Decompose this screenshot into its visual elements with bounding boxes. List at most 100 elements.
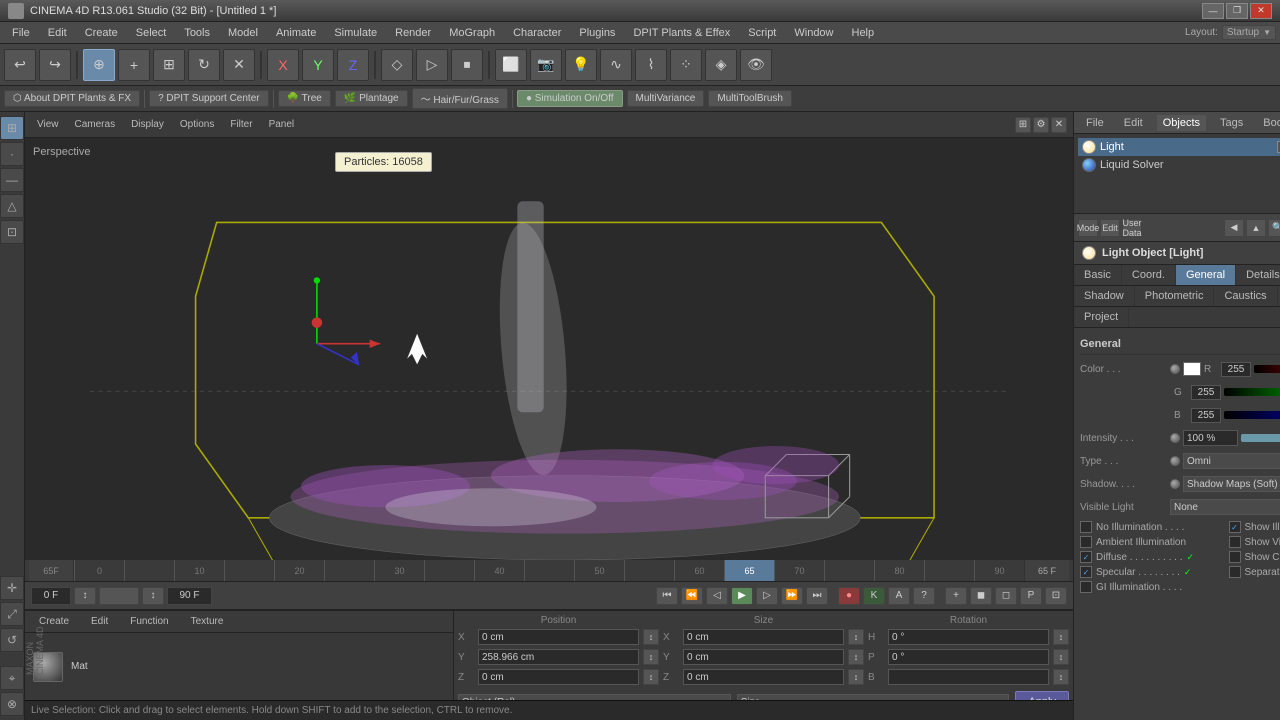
menu-create[interactable]: Create (77, 25, 126, 41)
z-axis-button[interactable]: Z (337, 49, 369, 81)
pos-x-stepper[interactable]: ↕ (643, 629, 659, 645)
add-button[interactable]: + (118, 49, 150, 81)
timeline-btn4[interactable]: P (1020, 587, 1042, 605)
details-tab[interactable]: Details (1236, 265, 1280, 285)
menu-script[interactable]: Script (740, 25, 784, 41)
live-select-button[interactable]: ⊕ (83, 49, 115, 81)
3d-viewport[interactable]: Perspective Particles: 16058 (25, 138, 1073, 560)
size-z-stepper[interactable]: ↕ (848, 669, 864, 685)
r-field[interactable] (1221, 362, 1251, 377)
key-button[interactable]: K (863, 587, 885, 605)
menu-animate[interactable]: Animate (268, 25, 324, 41)
rotate-button[interactable]: ↻ (188, 49, 220, 81)
edit-tab[interactable]: Edit (1118, 115, 1149, 131)
light-object-row[interactable]: Light ✓ ✓ ✓ ⊕ ⊕ (1078, 138, 1280, 156)
no-illumination-checkbox[interactable] (1080, 521, 1092, 533)
viewport-close-button[interactable]: ✕ (1051, 117, 1067, 133)
tags-tab[interactable]: Tags (1214, 115, 1249, 131)
g-slider[interactable] (1224, 388, 1280, 396)
hair-button[interactable]: ～ Hair/Fur/Grass (412, 88, 508, 109)
points-mode-button[interactable]: · (0, 142, 24, 166)
rot-h-field[interactable] (888, 629, 1049, 645)
cube-button[interactable]: ⬜ (495, 49, 527, 81)
auto-key-button[interactable]: A (888, 587, 910, 605)
size-y-field[interactable] (683, 649, 844, 665)
timeline-btn5[interactable]: ⊡ (1045, 587, 1067, 605)
caustics-tab[interactable]: Caustics (1214, 286, 1277, 306)
rot-b-field[interactable] (888, 669, 1049, 685)
camera-button[interactable]: 📷 (530, 49, 562, 81)
menu-edit[interactable]: Edit (40, 25, 75, 41)
gi-illumination-checkbox[interactable] (1080, 581, 1092, 593)
x-axis-button[interactable]: X (267, 49, 299, 81)
filter-menu[interactable]: Filter (224, 117, 258, 132)
layout-dropdown[interactable]: Startup ▼ (1222, 25, 1276, 40)
rot-b-stepper[interactable]: ↕ (1053, 669, 1069, 685)
menu-simulate[interactable]: Simulate (326, 25, 385, 41)
particles-button[interactable]: ⁘ (670, 49, 702, 81)
multivariance-button[interactable]: MultiVariance (627, 90, 705, 107)
props-nav-up[interactable]: ▲ (1246, 219, 1266, 237)
edges-mode-button[interactable]: — (0, 168, 24, 192)
goto-end-button[interactable]: ⏭ (806, 587, 828, 605)
frame-end-stepper[interactable]: ↕ (142, 587, 164, 605)
coord-tab[interactable]: Coord. (1122, 265, 1176, 285)
props-search[interactable]: 🔍 (1268, 219, 1280, 237)
mat-function-tab[interactable]: Function (122, 614, 176, 629)
props-nav-left[interactable]: ◀ (1224, 219, 1244, 237)
viewport-mode-button[interactable]: ⊞ (0, 116, 24, 140)
goto-start-button[interactable]: ⏮ (656, 587, 678, 605)
plantage-button[interactable]: 🌿 Plantage (335, 90, 408, 107)
viewport-maximize-button[interactable]: ⊞ (1015, 117, 1031, 133)
play-button[interactable]: ▶ (731, 587, 753, 605)
menu-help[interactable]: Help (844, 25, 883, 41)
shadow-tab[interactable]: Shadow (1074, 286, 1135, 306)
file-tab[interactable]: File (1080, 115, 1110, 131)
pos-z-stepper[interactable]: ↕ (643, 669, 659, 685)
separate-pass-checkbox[interactable] (1229, 566, 1241, 578)
userdata-btn[interactable]: User Data (1122, 219, 1142, 237)
simulation-button[interactable]: ● Simulation On/Off (517, 90, 623, 107)
panel-menu[interactable]: Panel (263, 117, 301, 132)
size-x-stepper[interactable]: ↕ (848, 629, 864, 645)
project-tab[interactable]: Project (1074, 307, 1129, 327)
undo-button[interactable]: ↩ (4, 49, 36, 81)
b-slider[interactable] (1224, 411, 1280, 419)
r-slider[interactable] (1254, 365, 1280, 373)
tree-button[interactable]: 🌳 Tree (278, 90, 331, 107)
options-menu[interactable]: Options (174, 117, 220, 132)
rotate-tool-button[interactable]: ↺ (0, 628, 24, 652)
show-illumination-checkbox[interactable] (1229, 521, 1241, 533)
menu-mograph[interactable]: MoGraph (441, 25, 503, 41)
menu-window[interactable]: Window (786, 25, 841, 41)
type-dropdown[interactable]: Omni ▼ (1183, 453, 1280, 469)
general-tab[interactable]: General (1176, 265, 1236, 285)
menu-select[interactable]: Select (128, 25, 175, 41)
next-step-button[interactable]: ▷ (756, 587, 778, 605)
visible-light-dropdown[interactable]: None ▼ (1170, 499, 1280, 515)
size-y-stepper[interactable]: ↕ (848, 649, 864, 665)
mat-edit-tab[interactable]: Edit (83, 614, 116, 629)
menu-character[interactable]: Character (505, 25, 569, 41)
paint-tool-button[interactable]: ⊗ (0, 692, 24, 716)
size-x-field[interactable] (683, 629, 844, 645)
record-button[interactable]: ● (838, 587, 860, 605)
redo-button[interactable]: ↪ (39, 49, 71, 81)
intensity-slider[interactable] (1241, 434, 1280, 442)
show-clipping-checkbox[interactable] (1229, 551, 1241, 563)
move-button[interactable]: ⊞ (153, 49, 185, 81)
frame-end-field[interactable] (167, 587, 212, 605)
view-menu[interactable]: View (31, 117, 65, 132)
brush-tool-button[interactable]: ⌖ (0, 666, 24, 690)
viewport-options-button[interactable]: ⚙ (1033, 117, 1049, 133)
menu-model[interactable]: Model (220, 25, 266, 41)
diffuse-checkbox[interactable] (1080, 551, 1092, 563)
next-frame-button[interactable]: ⏩ (781, 587, 803, 605)
pos-y-stepper[interactable]: ↕ (643, 649, 659, 665)
restore-button[interactable]: ❐ (1226, 3, 1248, 19)
specular-checkbox[interactable] (1080, 566, 1092, 578)
move-tool-button[interactable]: ✛ (0, 576, 24, 600)
light-button[interactable]: 💡 (565, 49, 597, 81)
g-field[interactable] (1191, 385, 1221, 400)
size-z-field[interactable] (683, 669, 844, 685)
